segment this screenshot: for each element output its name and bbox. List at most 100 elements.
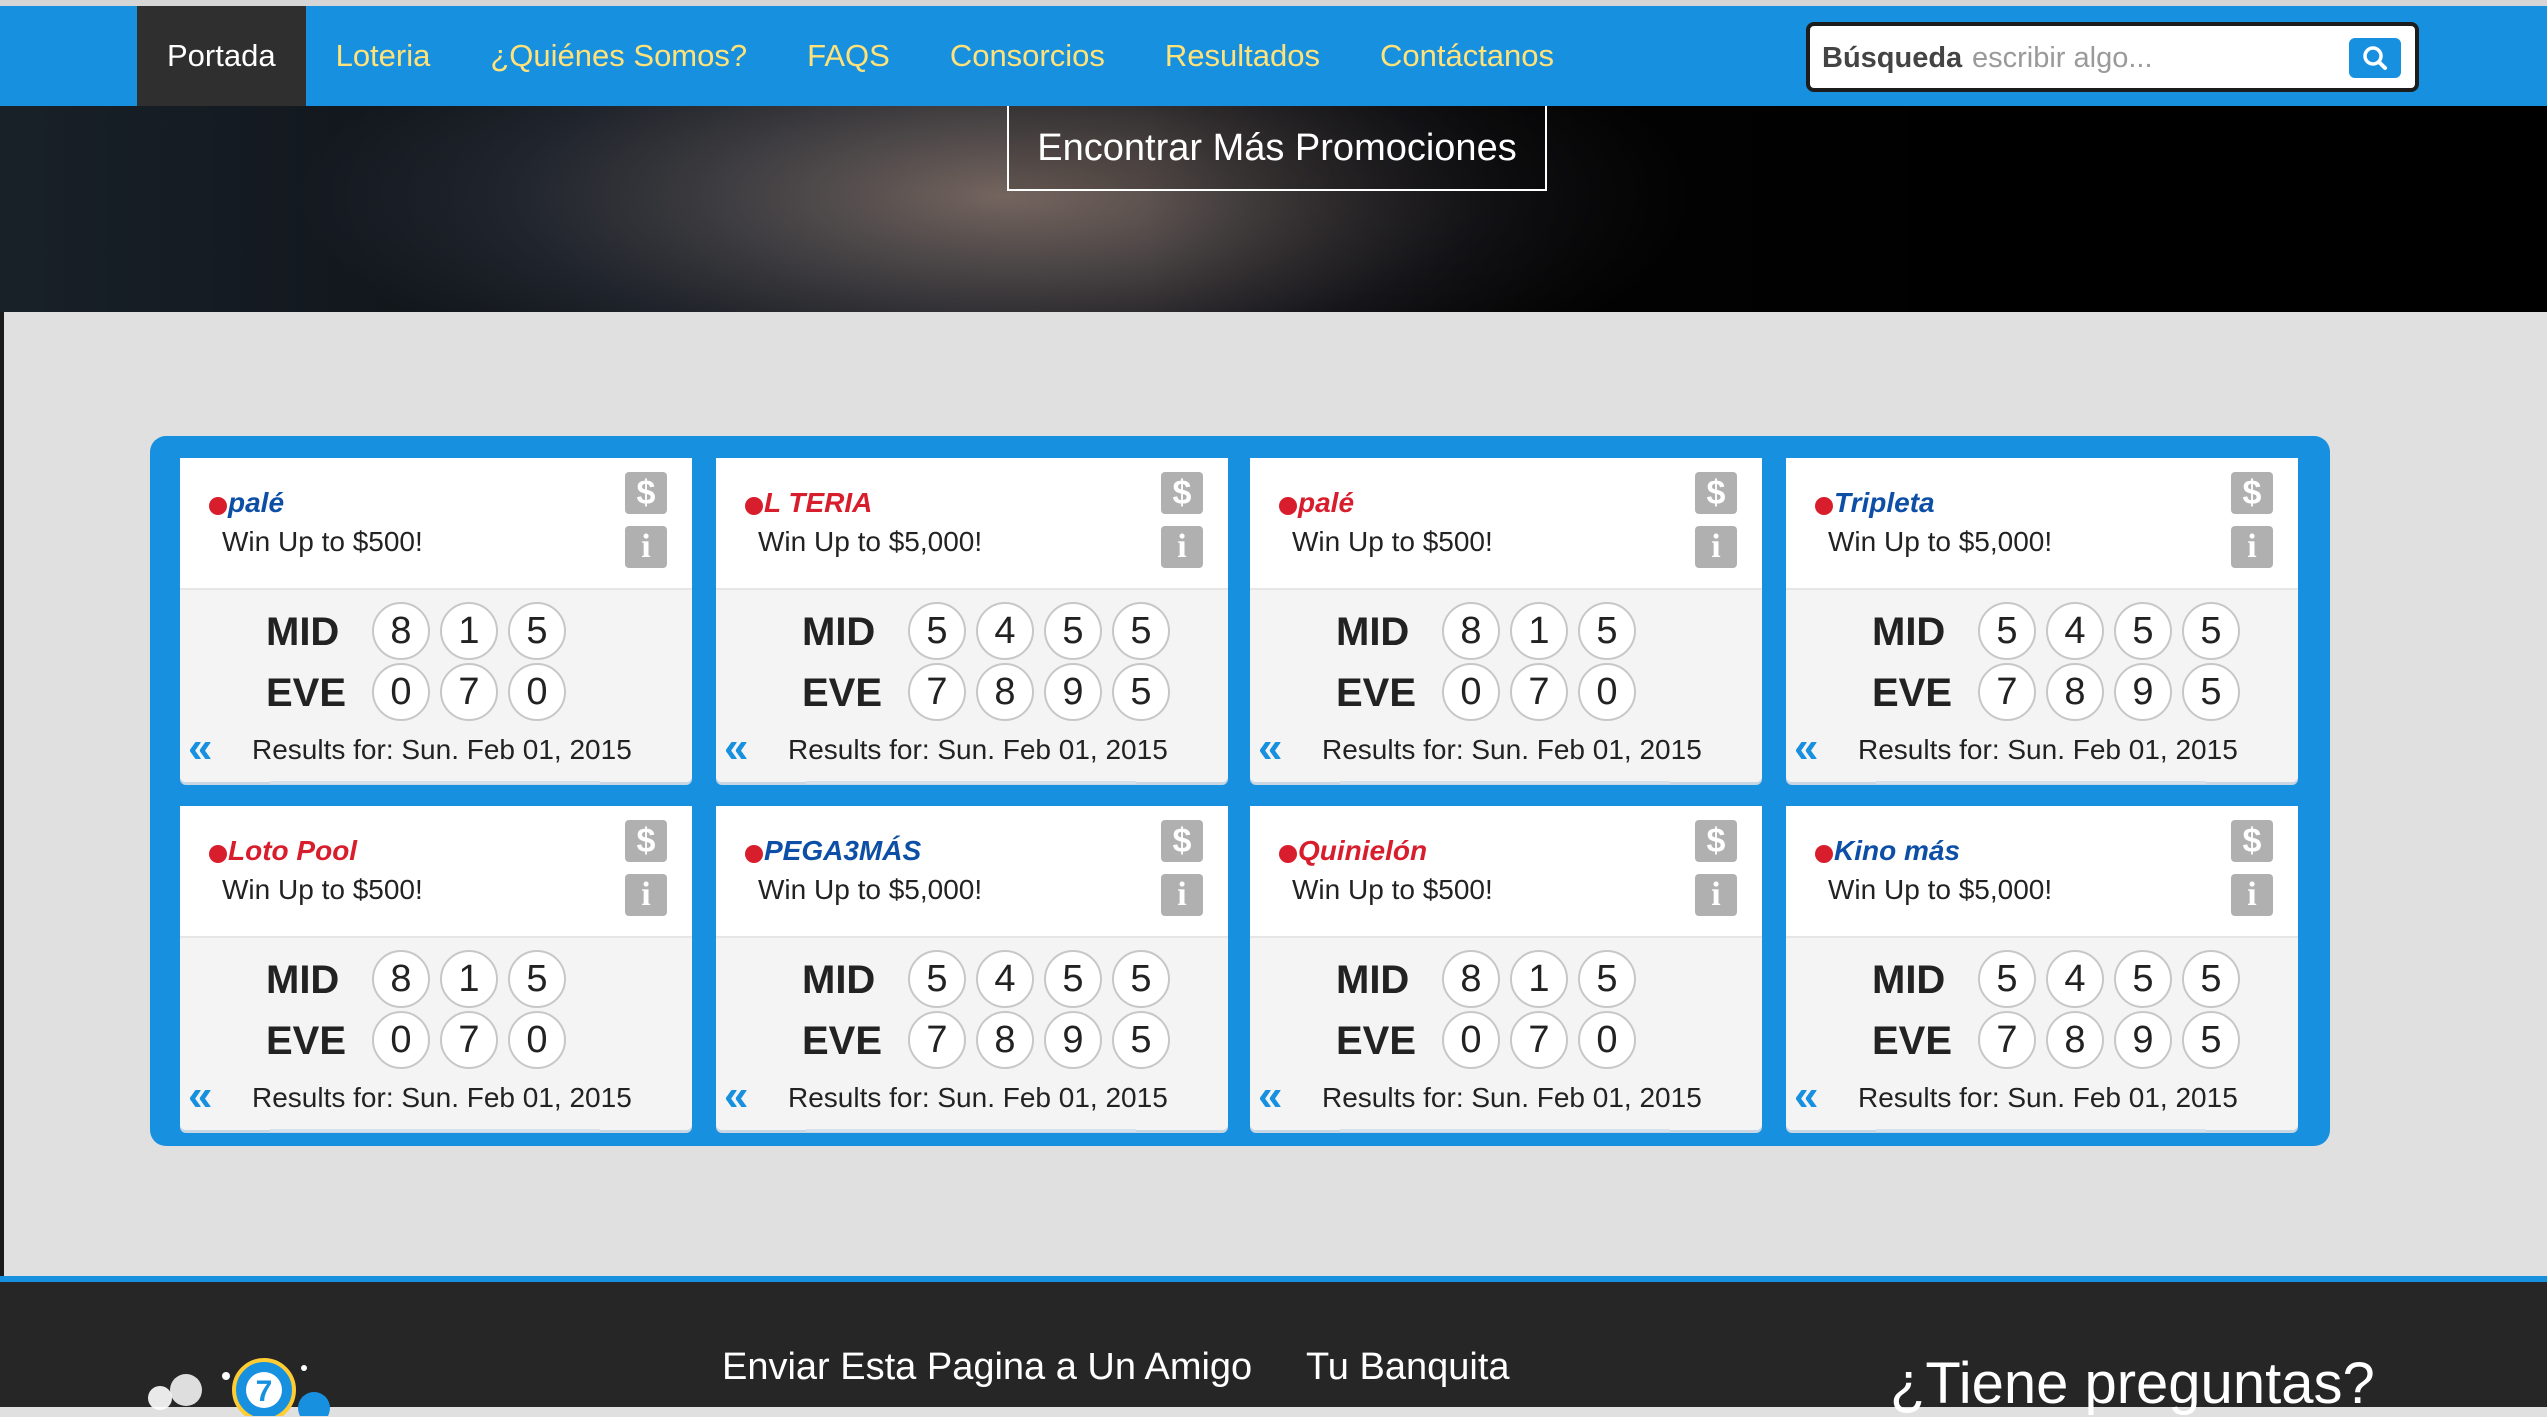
logo-mark: Kino más: [1815, 835, 1960, 866]
prize-text: Win Up to $5,000!: [758, 526, 983, 557]
number-ball: 1: [440, 950, 498, 1008]
nav-item-quienes-somos[interactable]: ¿Quiénes Somos?: [460, 6, 777, 106]
previous-results-icon[interactable]: «: [724, 1074, 748, 1118]
card-header: Quinielón Win Up to $500! $ i: [1250, 806, 1762, 938]
prize-text: Win Up to $500!: [222, 526, 423, 557]
number-ball: 1: [440, 602, 498, 660]
card-divider: [270, 781, 600, 784]
dollar-icon[interactable]: $: [1161, 820, 1203, 862]
dollar-icon[interactable]: $: [2231, 472, 2273, 514]
number-ball: 8: [976, 663, 1034, 721]
logo-mark: Quinielón: [1279, 835, 1427, 866]
mid-label: MID: [802, 610, 876, 654]
card-header: Tripleta Win Up to $5,000! $ i: [1786, 458, 2298, 590]
mid-label: MID: [266, 610, 340, 654]
previous-results-icon[interactable]: «: [724, 726, 748, 770]
dollar-icon[interactable]: $: [1161, 472, 1203, 514]
previous-results-icon[interactable]: «: [188, 1074, 212, 1118]
number-ball: 1: [1510, 602, 1568, 660]
info-icon[interactable]: i: [2231, 526, 2273, 568]
number-ball: 0: [1442, 663, 1500, 721]
number-ball: 9: [1044, 1011, 1102, 1069]
number-ball: 5: [1044, 602, 1102, 660]
number-ball: 9: [2114, 663, 2172, 721]
number-ball: 8: [976, 1011, 1034, 1069]
tu-banquita-link[interactable]: Tu Banquita: [1306, 1346, 1510, 1389]
svg-text:Kino más: Kino más: [1834, 835, 1960, 866]
info-icon[interactable]: i: [1161, 874, 1203, 916]
dollar-icon[interactable]: $: [2231, 820, 2273, 862]
card-divider: [1876, 781, 2206, 784]
lottery-card: Loto Pool Win Up to $500! $ i MID 8 1 5 EVE 0 7 0 « R…: [180, 806, 692, 1132]
prize-text: Win Up to $5,000!: [1828, 874, 2053, 905]
number-ball: 4: [976, 950, 1034, 1008]
nav-item-portada[interactable]: Portada: [137, 6, 306, 106]
lottery-logo: Quinielón: [1278, 820, 1478, 870]
number-ball: 5: [2182, 950, 2240, 1008]
eve-label: EVE: [1336, 1019, 1417, 1063]
nav-item-resultados[interactable]: Resultados: [1135, 6, 1350, 106]
lottery-card: PEGA3MÁS Win Up to $5,000! $ i MID 5 4 5 5 EVE 7 8 9…: [716, 806, 1228, 1132]
info-icon[interactable]: i: [625, 874, 667, 916]
previous-results-icon[interactable]: «: [1794, 1074, 1818, 1118]
number-ball: 0: [1578, 1011, 1636, 1069]
find-promotions-button[interactable]: Encontrar Más Promociones: [1007, 106, 1547, 191]
info-icon[interactable]: i: [1695, 874, 1737, 916]
number-ball: 4: [2046, 950, 2104, 1008]
logo-mark: Loto Pool: [209, 835, 358, 866]
nav-item-faqs[interactable]: FAQS: [777, 6, 920, 106]
info-icon[interactable]: i: [625, 526, 667, 568]
previous-results-icon[interactable]: «: [1258, 726, 1282, 770]
results-date: Results for: Sun. Feb 01, 2015: [1322, 1082, 1702, 1113]
svg-text:Tripleta: Tripleta: [1834, 487, 1935, 518]
previous-results-icon[interactable]: «: [1258, 1074, 1282, 1118]
nav-item-loteria[interactable]: Loteria: [306, 6, 461, 106]
previous-results-icon[interactable]: «: [188, 726, 212, 770]
send-to-friend-link[interactable]: Enviar Esta Pagina a Un Amigo: [722, 1346, 1252, 1389]
svg-text:Loto Pool: Loto Pool: [228, 835, 358, 866]
number-ball: 7: [1510, 663, 1568, 721]
number-ball: 0: [1442, 1011, 1500, 1069]
logo-mark: Tripleta: [1815, 487, 1935, 518]
number-ball: 8: [2046, 1011, 2104, 1069]
mid-label: MID: [1872, 610, 1946, 654]
number-ball: 7: [1978, 663, 2036, 721]
previous-results-icon[interactable]: «: [1794, 726, 1818, 770]
lottery-results-panel: palé Win Up to $500! $ i MID 8 1 5 EVE 0 7 0 «Result…: [150, 436, 2330, 1146]
number-ball: 7: [440, 663, 498, 721]
lottery-card: Kino más Win Up to $5,000! $ i MID 5 4 5 5 EVE 7 8 9…: [1786, 806, 2298, 1132]
svg-text:L TERIA: L TERIA: [764, 487, 872, 518]
nav-item-contactanos[interactable]: Contáctanos: [1350, 6, 1584, 106]
number-ball: 7: [1978, 1011, 2036, 1069]
number-ball: 7: [1510, 1011, 1568, 1069]
number-ball: 5: [1578, 950, 1636, 1008]
results-date: Results for: Sun. Feb 01, 2015: [788, 1082, 1168, 1113]
lottery-card: Tripleta Win Up to $5,000! $ i MID 5 4 5 5 EVE 7 8 9…: [1786, 458, 2298, 784]
number-ball: 5: [908, 602, 966, 660]
footer: 7 Enviar Esta Pagina a Un Amigo Tu Banqu…: [0, 1276, 2547, 1416]
dollar-icon[interactable]: $: [1695, 820, 1737, 862]
info-icon[interactable]: i: [1695, 526, 1737, 568]
search-button[interactable]: [2349, 38, 2401, 78]
nav-item-consorcios[interactable]: Consorcios: [920, 6, 1135, 106]
results-date: Results for: Sun. Feb 01, 2015: [1858, 1082, 2238, 1113]
search-input[interactable]: [1970, 36, 2334, 80]
dollar-icon[interactable]: $: [1695, 472, 1737, 514]
number-ball: 7: [440, 1011, 498, 1069]
card-divider: [806, 781, 1136, 784]
info-icon[interactable]: i: [2231, 874, 2273, 916]
dollar-icon[interactable]: $: [625, 820, 667, 862]
search-box: Búsqueda: [1806, 22, 2419, 92]
number-ball: 5: [1112, 1011, 1170, 1069]
number-ball: 5: [1978, 950, 2036, 1008]
lottery-card: L TERIA Win Up to $5,000! $ i MID 5 4 5 5 EVE 7 8 9 5…: [716, 458, 1228, 784]
lottery-logo: palé: [1278, 472, 1478, 522]
eve-label: EVE: [1336, 671, 1417, 715]
nav-menu: Portada Loteria ¿Quiénes Somos? FAQS Con…: [137, 6, 1584, 106]
search-label: Búsqueda: [1822, 42, 1963, 74]
dollar-icon[interactable]: $: [625, 472, 667, 514]
card-divider: [806, 1129, 1136, 1132]
footer-logo: 7: [148, 1358, 330, 1416]
mid-label: MID: [1872, 958, 1946, 1002]
info-icon[interactable]: i: [1161, 526, 1203, 568]
